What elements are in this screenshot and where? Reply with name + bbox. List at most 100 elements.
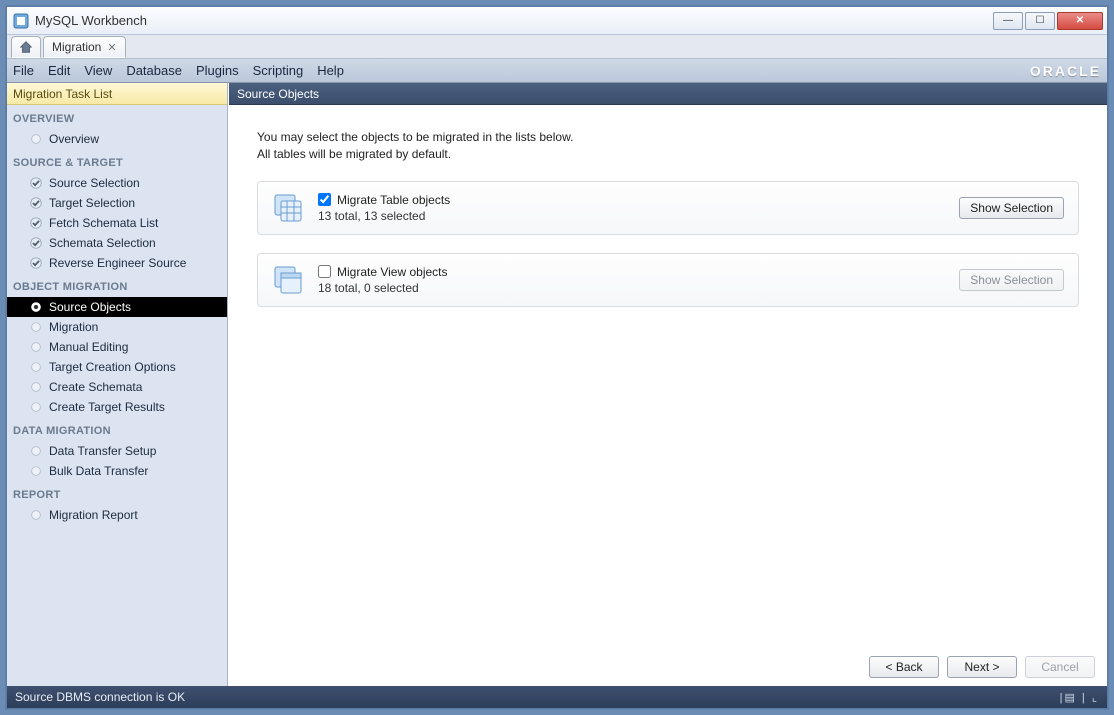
task-state-icon — [29, 444, 43, 458]
app-window: MySQL Workbench — ☐ ✕ Migration ✕ File E… — [6, 6, 1108, 709]
task-item[interactable]: Create Schemata — [7, 377, 227, 397]
task-label: Target Creation Options — [49, 360, 176, 374]
card-title: Migrate Table objects — [337, 193, 450, 207]
task-state-icon — [29, 400, 43, 414]
task-item[interactable]: Migration — [7, 317, 227, 337]
task-label: Manual Editing — [49, 340, 128, 354]
sidebar-group-label: REPORT — [7, 481, 227, 505]
task-label: Migration — [49, 320, 98, 334]
card-migrate-tables: Migrate Table objects 13 total, 13 selec… — [257, 181, 1079, 235]
card-body: Migrate View objects 18 total, 0 selecte… — [318, 265, 945, 295]
task-item[interactable]: Target Creation Options — [7, 357, 227, 377]
task-state-icon — [29, 196, 43, 210]
cancel-button[interactable]: Cancel — [1025, 656, 1095, 678]
task-label: Data Transfer Setup — [49, 444, 156, 458]
menu-scripting[interactable]: Scripting — [253, 63, 304, 78]
sidebar-group-label: OVERVIEW — [7, 105, 227, 129]
task-state-icon — [29, 176, 43, 190]
sidebar: Migration Task List OVERVIEW Overview SOUR… — [7, 83, 228, 686]
task-label: Create Schemata — [49, 380, 142, 394]
menu-database[interactable]: Database — [126, 63, 182, 78]
menu-bar: File Edit View Database Plugins Scriptin… — [7, 59, 1107, 83]
main-area: Migration Task List OVERVIEW Overview SOUR… — [7, 83, 1107, 686]
task-label: Target Selection — [49, 196, 135, 210]
maximize-button[interactable]: ☐ — [1025, 12, 1055, 30]
status-right-icons: |▤ | ⌞ — [1060, 691, 1099, 704]
show-selection-tables-button[interactable]: Show Selection — [959, 197, 1064, 219]
back-button[interactable]: < Back — [869, 656, 939, 678]
sidebar-header: Migration Task List — [7, 83, 227, 105]
menu-plugins[interactable]: Plugins — [196, 63, 239, 78]
window-controls: — ☐ ✕ — [993, 12, 1103, 30]
task-label: Create Target Results — [49, 400, 165, 414]
wizard-footer: < Back Next > Cancel — [229, 647, 1107, 686]
task-item[interactable]: Reverse Engineer Source — [7, 253, 227, 273]
task-label: Reverse Engineer Source — [49, 256, 186, 270]
tab-close-icon[interactable]: ✕ — [107, 41, 116, 54]
task-label: Fetch Schemata List — [49, 216, 158, 230]
table-icon — [272, 192, 304, 224]
task-state-icon — [29, 508, 43, 522]
task-state-icon — [29, 320, 43, 334]
card-title: Migrate View objects — [337, 265, 448, 279]
minimize-button[interactable]: — — [993, 12, 1023, 30]
content-header: Source Objects — [229, 83, 1107, 105]
menu-help[interactable]: Help — [317, 63, 344, 78]
task-state-icon — [29, 340, 43, 354]
checkbox-migrate-tables[interactable] — [318, 193, 331, 206]
intro-line-1: You may select the objects to be migrate… — [257, 129, 1079, 146]
task-item[interactable]: Schemata Selection — [7, 233, 227, 253]
menu-view[interactable]: View — [84, 63, 112, 78]
tab-migration[interactable]: Migration ✕ — [43, 36, 126, 58]
task-state-icon — [29, 256, 43, 270]
sidebar-group-label: SOURCE & TARGET — [7, 149, 227, 173]
task-state-icon — [29, 380, 43, 394]
task-item[interactable]: Source Selection — [7, 173, 227, 193]
sidebar-group-label: DATA MIGRATION — [7, 417, 227, 441]
task-state-icon — [29, 216, 43, 230]
task-state-icon — [29, 300, 43, 314]
task-item[interactable]: Create Target Results — [7, 397, 227, 417]
title-bar: MySQL Workbench — ☐ ✕ — [7, 7, 1107, 35]
task-item[interactable]: Fetch Schemata List — [7, 213, 227, 233]
menu-edit[interactable]: Edit — [48, 63, 70, 78]
intro-text: You may select the objects to be migrate… — [257, 129, 1079, 163]
status-text: Source DBMS connection is OK — [15, 690, 185, 704]
close-button[interactable]: ✕ — [1057, 12, 1103, 30]
tab-label: Migration — [52, 40, 101, 54]
task-item[interactable]: Target Selection — [7, 193, 227, 213]
content-pane: Source Objects You may select the object… — [228, 83, 1107, 686]
home-tab[interactable] — [11, 36, 41, 58]
task-label: Overview — [49, 132, 99, 146]
card-body: Migrate Table objects 13 total, 13 selec… — [318, 193, 945, 223]
task-label: Source Selection — [49, 176, 140, 190]
app-icon — [13, 13, 29, 29]
checkbox-migrate-views[interactable] — [318, 265, 331, 278]
task-state-icon — [29, 132, 43, 146]
next-button[interactable]: Next > — [947, 656, 1017, 678]
home-icon — [19, 40, 33, 54]
menu-file[interactable]: File — [13, 63, 34, 78]
intro-line-2: All tables will be migrated by default. — [257, 146, 1079, 163]
card-summary: 13 total, 13 selected — [318, 209, 945, 223]
tab-strip: Migration ✕ — [7, 35, 1107, 59]
card-summary: 18 total, 0 selected — [318, 281, 945, 295]
task-label: Schemata Selection — [49, 236, 156, 250]
card-migrate-views: Migrate View objects 18 total, 0 selecte… — [257, 253, 1079, 307]
oracle-brand: ORACLE — [1030, 63, 1101, 79]
show-selection-views-button[interactable]: Show Selection — [959, 269, 1064, 291]
task-label: Source Objects — [49, 300, 131, 314]
task-item[interactable]: Manual Editing — [7, 337, 227, 357]
task-state-icon — [29, 236, 43, 250]
task-state-icon — [29, 464, 43, 478]
content-body: You may select the objects to be migrate… — [229, 105, 1107, 647]
task-label: Bulk Data Transfer — [49, 464, 148, 478]
sidebar-group-label: OBJECT MIGRATION — [7, 273, 227, 297]
task-state-icon — [29, 360, 43, 374]
view-icon — [272, 264, 304, 296]
task-item[interactable]: Bulk Data Transfer — [7, 461, 227, 481]
task-item[interactable]: Overview — [7, 129, 227, 149]
task-item[interactable]: Data Transfer Setup — [7, 441, 227, 461]
task-item[interactable]: Migration Report — [7, 505, 227, 525]
task-item[interactable]: Source Objects — [7, 297, 227, 317]
